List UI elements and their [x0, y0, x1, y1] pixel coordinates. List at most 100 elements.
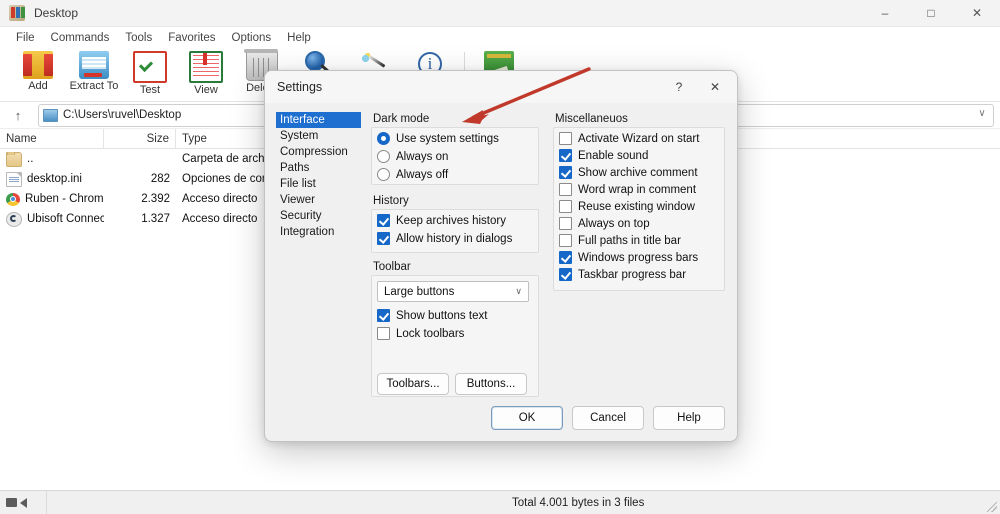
checkbox-unchecked-icon	[377, 327, 390, 340]
maximize-button[interactable]: □	[908, 0, 954, 26]
chevron-down-icon: ∨	[515, 286, 522, 296]
radio-always-on[interactable]: Always on	[377, 150, 448, 163]
sidebar-item-compression[interactable]: Compression	[276, 144, 361, 160]
ok-button[interactable]: OK	[491, 406, 563, 430]
checkbox-word-wrap-in-comment[interactable]: Word wrap in comment	[559, 183, 696, 196]
file-name-text: ..	[27, 153, 34, 165]
file-name-cell: Ruben - Chrome....	[0, 192, 104, 206]
toolbar-view-button[interactable]: View	[178, 49, 234, 101]
menu-commands[interactable]: Commands	[43, 28, 118, 48]
settings-dialog-body: Interface System Compression Paths File …	[265, 103, 737, 441]
chrome-shortcut-icon	[6, 192, 20, 206]
minimize-button[interactable]: –	[862, 0, 908, 26]
file-name-text: desktop.ini	[27, 173, 82, 185]
menu-options[interactable]: Options	[224, 28, 280, 48]
close-icon[interactable]: ✕	[697, 71, 733, 103]
resize-grip[interactable]	[987, 502, 997, 512]
checkbox-lock-toolbars[interactable]: Lock toolbars	[377, 327, 464, 340]
status-bar: Total 4.001 bytes in 3 files	[0, 490, 1000, 514]
toolbar-group-label: Toolbar	[373, 261, 411, 273]
checkbox-unchecked-icon	[559, 183, 572, 196]
file-name-cell: desktop.ini	[0, 171, 104, 187]
checkbox-full-paths-in-title-bar-label: Full paths in title bar	[578, 234, 681, 247]
radio-on-icon	[377, 132, 390, 145]
sidebar-item-integration[interactable]: Integration	[276, 224, 361, 240]
history-group-label: History	[373, 195, 409, 207]
settings-dialog-title: Settings	[277, 80, 323, 94]
menu-file[interactable]: File	[8, 28, 43, 48]
checkbox-keep-archives-history[interactable]: Keep archives history	[377, 214, 506, 227]
cancel-button[interactable]: Cancel	[572, 406, 644, 430]
checkbox-always-on-top[interactable]: Always on top	[559, 217, 650, 230]
test-clipboard-icon	[133, 51, 167, 83]
checkbox-activate-wizard-on-start[interactable]: Activate Wizard on start	[559, 132, 699, 145]
up-one-level-button[interactable]: ↑	[6, 104, 30, 126]
sidebar-item-paths[interactable]: Paths	[276, 160, 361, 176]
speaker-icon	[20, 497, 27, 508]
checkbox-checked-icon	[559, 149, 572, 162]
checkbox-unchecked-icon	[559, 200, 572, 213]
status-icons	[0, 497, 46, 508]
toolbar-test-label: Test	[139, 84, 161, 96]
checkbox-reuse-existing-window-label: Reuse existing window	[578, 200, 695, 213]
radio-always-off-label: Always off	[396, 168, 449, 181]
checkbox-checked-icon	[559, 251, 572, 264]
menu-tools[interactable]: Tools	[117, 28, 160, 48]
checkbox-allow-history-in-dialogs[interactable]: Allow history in dialogs	[377, 232, 512, 245]
toolbar-test-button[interactable]: Test	[122, 49, 178, 101]
sidebar-item-system[interactable]: System	[276, 128, 361, 144]
checkbox-full-paths-in-title-bar[interactable]: Full paths in title bar	[559, 234, 681, 247]
sidebar-item-viewer[interactable]: Viewer	[276, 192, 361, 208]
help-icon[interactable]: ?	[661, 71, 697, 103]
ubisoft-shortcut-icon	[6, 211, 22, 227]
checkbox-unchecked-icon	[559, 217, 572, 230]
file-size-cell: 282	[150, 173, 170, 185]
radio-use-system-settings-label: Use system settings	[396, 132, 499, 145]
radio-always-off[interactable]: Always off	[377, 168, 448, 181]
help-button[interactable]: Help	[653, 406, 725, 430]
checkbox-show-buttons-text[interactable]: Show buttons text	[377, 309, 487, 322]
toolbar-extract-to-button[interactable]: Extract To	[66, 49, 122, 101]
checkbox-enable-sound[interactable]: Enable sound	[559, 149, 648, 162]
checkbox-checked-icon	[559, 268, 572, 281]
checkbox-unchecked-icon	[559, 234, 572, 247]
close-button[interactable]: ✕	[954, 0, 1000, 26]
toolbars-button[interactable]: Toolbars...	[377, 373, 449, 395]
toolbar-extract-to-label: Extract To	[69, 80, 119, 92]
checkbox-checked-icon	[377, 214, 390, 227]
sidebar-item-file-list[interactable]: File list	[276, 176, 361, 192]
checkbox-checked-icon	[559, 166, 572, 179]
menu-favorites[interactable]: Favorites	[160, 28, 223, 48]
menu-help[interactable]: Help	[279, 28, 319, 48]
toolbar-add-button[interactable]: Add	[10, 49, 66, 101]
checkbox-show-archive-comment[interactable]: Show archive comment	[559, 166, 698, 179]
checkbox-taskbar-progress-bar-label: Taskbar progress bar	[578, 268, 687, 281]
dark-mode-group-label: Dark mode	[373, 113, 430, 125]
file-size-cell: 2.392	[141, 193, 170, 205]
file-name-text: Ruben - Chrome....	[25, 193, 104, 205]
radio-use-system-settings[interactable]: Use system settings	[377, 132, 499, 145]
window-title: Desktop	[34, 6, 79, 20]
checkbox-show-archive-comment-label: Show archive comment	[578, 166, 698, 179]
window-controls: – □ ✕	[862, 0, 1000, 26]
toolbar-size-select[interactable]: Large buttons ∨	[377, 281, 529, 302]
sidebar-item-interface[interactable]: Interface	[276, 112, 361, 128]
checkbox-reuse-existing-window[interactable]: Reuse existing window	[559, 200, 695, 213]
checkbox-checked-icon	[377, 232, 390, 245]
column-header-size[interactable]: Size	[104, 129, 176, 148]
checkbox-windows-progress-bars[interactable]: Windows progress bars	[559, 251, 698, 264]
toolbar-add-label: Add	[28, 80, 48, 92]
checkbox-enable-sound-label: Enable sound	[578, 149, 649, 162]
folder-path-icon	[43, 108, 58, 122]
sidebar-item-security[interactable]: Security	[276, 208, 361, 224]
window-titlebar: Desktop – □ ✕	[0, 0, 1000, 27]
checkbox-taskbar-progress-bar[interactable]: Taskbar progress bar	[559, 268, 686, 281]
status-total-text: Total 4.001 bytes in 3 files	[512, 496, 645, 509]
file-name-cell: ..	[0, 151, 104, 167]
chevron-down-icon[interactable]: ∨	[976, 108, 988, 120]
radio-always-on-label: Always on	[396, 150, 449, 163]
miscellaneous-group-label: Miscellaneuos	[555, 113, 628, 125]
column-header-name[interactable]: Name	[0, 129, 104, 148]
buttons-button[interactable]: Buttons...	[455, 373, 527, 395]
settings-category-list: Interface System Compression Paths File …	[276, 112, 361, 240]
